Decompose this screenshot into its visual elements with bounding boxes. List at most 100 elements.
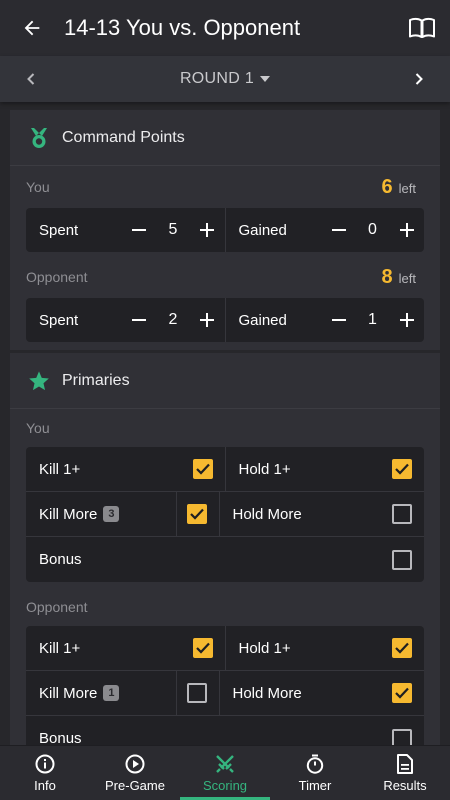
medal-icon	[31, 127, 47, 148]
opponent-gained-increment-button[interactable]	[393, 306, 421, 334]
tab-results[interactable]: Results	[360, 746, 450, 800]
opponent-holdmore-checkbox[interactable]	[392, 683, 412, 703]
you-cp-left-value: 6	[381, 175, 393, 198]
opponent-spent-cell: Spent 2	[26, 298, 225, 342]
prev-round-button[interactable]	[0, 56, 62, 102]
check-icon	[395, 687, 409, 699]
you-holdmore-label: Hold More	[232, 505, 302, 523]
tab-pre-game[interactable]: Pre-Game	[90, 746, 180, 800]
you-gained-decrement-button[interactable]	[325, 216, 353, 244]
you-bonus-checkbox[interactable]	[392, 549, 412, 570]
opponent-killmore-cell[interactable]: Kill More 1	[26, 670, 219, 716]
round-bar: ROUND 1	[0, 56, 450, 102]
you-spent-value: 5	[168, 221, 178, 238]
you-holdmore-cell[interactable]: Hold More	[218, 492, 425, 536]
you-holdmore-checkbox[interactable]	[392, 504, 412, 524]
you-cp-summary: You 6 left	[10, 172, 440, 202]
app-bar: 14-13 You vs. Opponent	[0, 0, 450, 56]
you-spent-label: Spent	[39, 221, 79, 239]
you-gained-stepper: 0	[325, 216, 421, 244]
you-killmore-check-wrap	[175, 491, 219, 537]
rules-button[interactable]	[394, 0, 450, 56]
check-icon	[195, 642, 210, 654]
opponent-primaries-row-1: Kill 1+ Hold 1+	[26, 626, 424, 671]
opponent-label: Opponent	[26, 269, 88, 285]
you-killmore-label-wrap: Kill More 3	[39, 506, 120, 523]
opponent-spent-increment-button[interactable]	[193, 306, 221, 334]
arrow-left-icon	[24, 20, 40, 36]
opponent-hold1-cell[interactable]: Hold 1+	[224, 626, 425, 670]
opponent-bonus-checkbox[interactable]	[392, 728, 412, 745]
bottom-navigation: Info Pre-Game Scoring Timer Results	[0, 745, 450, 800]
plus-icon	[200, 223, 214, 237]
opponent-bonus-cell[interactable]: Bonus	[26, 716, 424, 745]
opponent-gained-cell: Gained 1	[224, 298, 425, 342]
tab-timer-label: Timer	[298, 777, 332, 793]
opponent-hold1-label: Hold 1+	[238, 639, 291, 657]
check-icon	[195, 463, 210, 475]
primaries-title: Primaries	[62, 371, 130, 389]
you-spent-increment-button[interactable]	[193, 216, 221, 244]
opponent-primaries-grid: Kill 1+ Hold 1+ Kill More 1 Hold More Bo…	[26, 626, 424, 745]
info-icon	[35, 754, 55, 773]
opponent-kill1-label: Kill 1+	[39, 639, 81, 657]
opponent-killmore-check-wrap	[175, 670, 219, 716]
you-hold1-checkbox[interactable]	[392, 459, 412, 479]
opponent-killmore-label-wrap: Kill More 1	[39, 685, 120, 702]
you-spent-stepper: 5	[125, 216, 221, 244]
you-hold1-cell[interactable]: Hold 1+	[224, 447, 425, 491]
you-kill1-checkbox[interactable]	[192, 459, 213, 479]
opponent-killmore-checkbox[interactable]	[186, 683, 207, 703]
next-round-button[interactable]	[388, 56, 450, 102]
opponent-spent-decrement-button[interactable]	[125, 306, 153, 334]
round-dropdown[interactable]: ROUND 1	[180, 70, 271, 88]
opponent-holdmore-cell[interactable]: Hold More	[218, 671, 425, 715]
minus-icon	[132, 229, 146, 231]
divider	[175, 670, 177, 716]
opponent-primaries-row-3: Bonus	[26, 716, 424, 745]
you-bonus-cell[interactable]: Bonus	[26, 537, 424, 582]
opponent-kill1-cell[interactable]: Kill 1+	[26, 626, 225, 670]
book-icon	[409, 17, 435, 38]
command-points-title: Command Points	[62, 128, 185, 146]
check-icon	[395, 463, 409, 475]
you-killmore-cell[interactable]: Kill More 3	[26, 491, 219, 537]
opponent-cp-summary: Opponent 8 left	[10, 262, 440, 292]
scoring-content[interactable]: Command Points You 6 left Spent 5 Gained	[0, 102, 450, 745]
you-primaries-row-2: Kill More 3 Hold More	[26, 491, 425, 537]
primaries-card: Primaries You Kill 1+ Hold 1+ Kill More	[10, 353, 440, 745]
you-primaries-row-1: Kill 1+ Hold 1+	[26, 447, 424, 492]
opponent-spent-stepper: 2	[125, 306, 221, 334]
tab-timer[interactable]: Timer	[270, 746, 360, 800]
opponent-primaries-row-2: Kill More 1 Hold More	[26, 670, 425, 716]
you-primaries-grid: Kill 1+ Hold 1+ Kill More 3 Hold More Bo…	[26, 447, 424, 582]
you-spent-cell: Spent 5	[26, 208, 225, 252]
opponent-kill1-checkbox[interactable]	[192, 638, 213, 658]
opponent-spent-value: 2	[168, 311, 178, 328]
opponent-label: Opponent	[26, 599, 88, 615]
divider	[175, 491, 177, 537]
you-bonus-label: Bonus	[39, 551, 82, 568]
opponent-hold1-checkbox[interactable]	[392, 638, 412, 658]
tab-scoring-label: Scoring	[202, 777, 248, 793]
opponent-primaries-heading: Opponent	[10, 594, 440, 620]
you-gained-increment-button[interactable]	[393, 216, 421, 244]
play-circle-icon	[125, 754, 145, 773]
check-icon	[189, 508, 204, 520]
tab-pre-game-label: Pre-Game	[105, 777, 165, 793]
you-kill1-cell[interactable]: Kill 1+	[26, 447, 225, 491]
you-primaries-heading: You	[10, 415, 440, 441]
back-button[interactable]	[0, 0, 64, 56]
you-primaries-row-3: Bonus	[26, 537, 424, 582]
opponent-gained-decrement-button[interactable]	[325, 306, 353, 334]
you-label: You	[26, 179, 50, 195]
opponent-cp-row: Spent 2 Gained 1	[26, 298, 424, 342]
tab-scoring[interactable]: Scoring	[180, 746, 270, 800]
tab-info-label: Info	[34, 777, 56, 793]
you-killmore-checkbox[interactable]	[186, 504, 207, 524]
opponent-spent-label: Spent	[39, 311, 79, 329]
tab-info[interactable]: Info	[0, 746, 90, 800]
you-spent-decrement-button[interactable]	[125, 216, 153, 244]
plus-icon	[399, 313, 414, 327]
you-cp-row: Spent 5 Gained 0	[26, 208, 424, 252]
